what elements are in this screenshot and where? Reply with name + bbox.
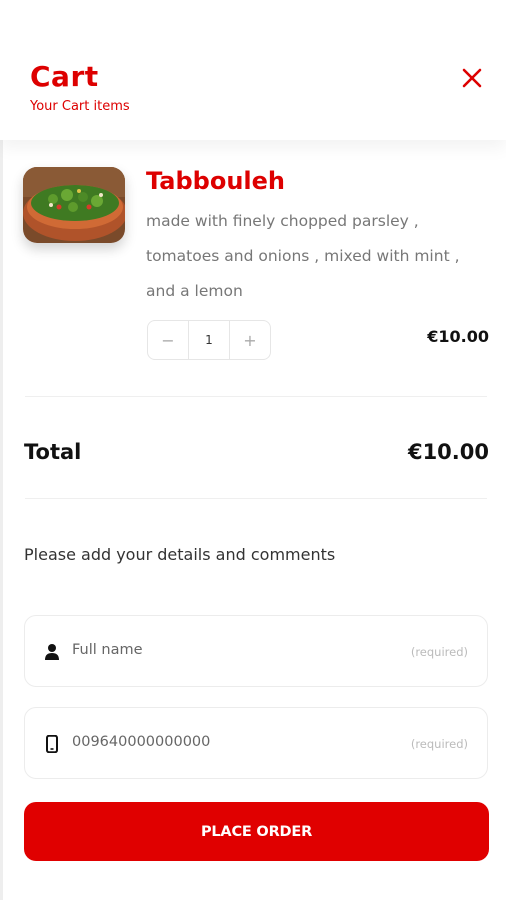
divider [25, 396, 487, 397]
place-order-button[interactable]: PLACE ORDER [24, 802, 489, 861]
total-value: €10.00 [407, 440, 489, 464]
quantity-value: 1 [188, 321, 230, 359]
total-label: Total [24, 440, 82, 464]
page-subtitle: Your Cart items [30, 99, 130, 114]
required-label: (required) [410, 645, 468, 659]
cart-header: Cart Your Cart items [0, 0, 506, 140]
item-price: €10.00 [427, 327, 489, 346]
item-name: Tabbouleh [146, 167, 285, 195]
phone-value: 009640000000000 [72, 734, 211, 750]
phone-icon [46, 735, 58, 753]
required-label: (required) [410, 737, 468, 751]
phone-field[interactable]: 009640000000000 (required) [24, 707, 488, 779]
full-name-placeholder: Full name [72, 642, 143, 658]
decrement-button[interactable]: − [148, 321, 188, 359]
increment-button[interactable]: + [230, 321, 270, 359]
person-icon [45, 644, 59, 660]
details-label: Please add your details and comments [24, 545, 336, 564]
close-icon[interactable] [460, 66, 484, 90]
item-description: made with finely chopped parsley , tomat… [146, 212, 460, 300]
salad-bowl-image [23, 167, 125, 243]
full-name-field[interactable]: Full name (required) [24, 615, 488, 687]
cart-page: Cart Your Cart items Tabbouleh made with… [0, 0, 506, 900]
quantity-stepper: − 1 + [147, 320, 271, 360]
page-title: Cart [30, 60, 99, 93]
divider [25, 498, 487, 499]
item-image [23, 167, 125, 243]
